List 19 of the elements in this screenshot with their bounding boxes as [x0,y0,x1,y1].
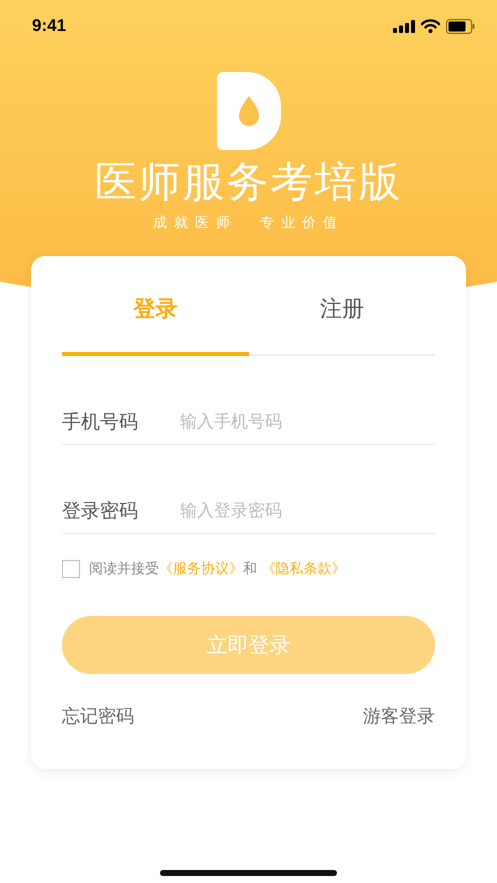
signal-icon [393,20,415,32]
input-field[interactable]: 输入手机号码 [178,411,435,433]
status-time: 9:41 [32,16,66,36]
battery-icon [446,18,475,34]
wifi-icon [421,19,440,33]
field-label: 手机号码 [62,410,139,435]
app-slogan: 成就医师 专业价值 [153,214,344,232]
agreement-text: 阅读并接受《服务协议》和 《隐私条款》 [89,560,346,578]
guest-login-link[interactable]: 游客登录 [363,704,435,728]
logo-icon [216,72,280,150]
input-field[interactable]: 输入登录密码 [178,500,435,522]
tab[interactable]: 注册 [248,282,435,356]
forgot-password-link[interactable]: 忘记密码 [62,704,134,728]
privacy-policy-link[interactable]: 《隐私条款》 [261,561,346,577]
service-agreement-link[interactable]: 《服务协议》 [159,561,243,577]
tab[interactable]: 登录 [62,282,248,356]
agreement-checkbox[interactable] [62,560,80,578]
app-title: 医师服务考培版 [94,156,402,208]
field-label: 登录密码 [62,499,139,524]
